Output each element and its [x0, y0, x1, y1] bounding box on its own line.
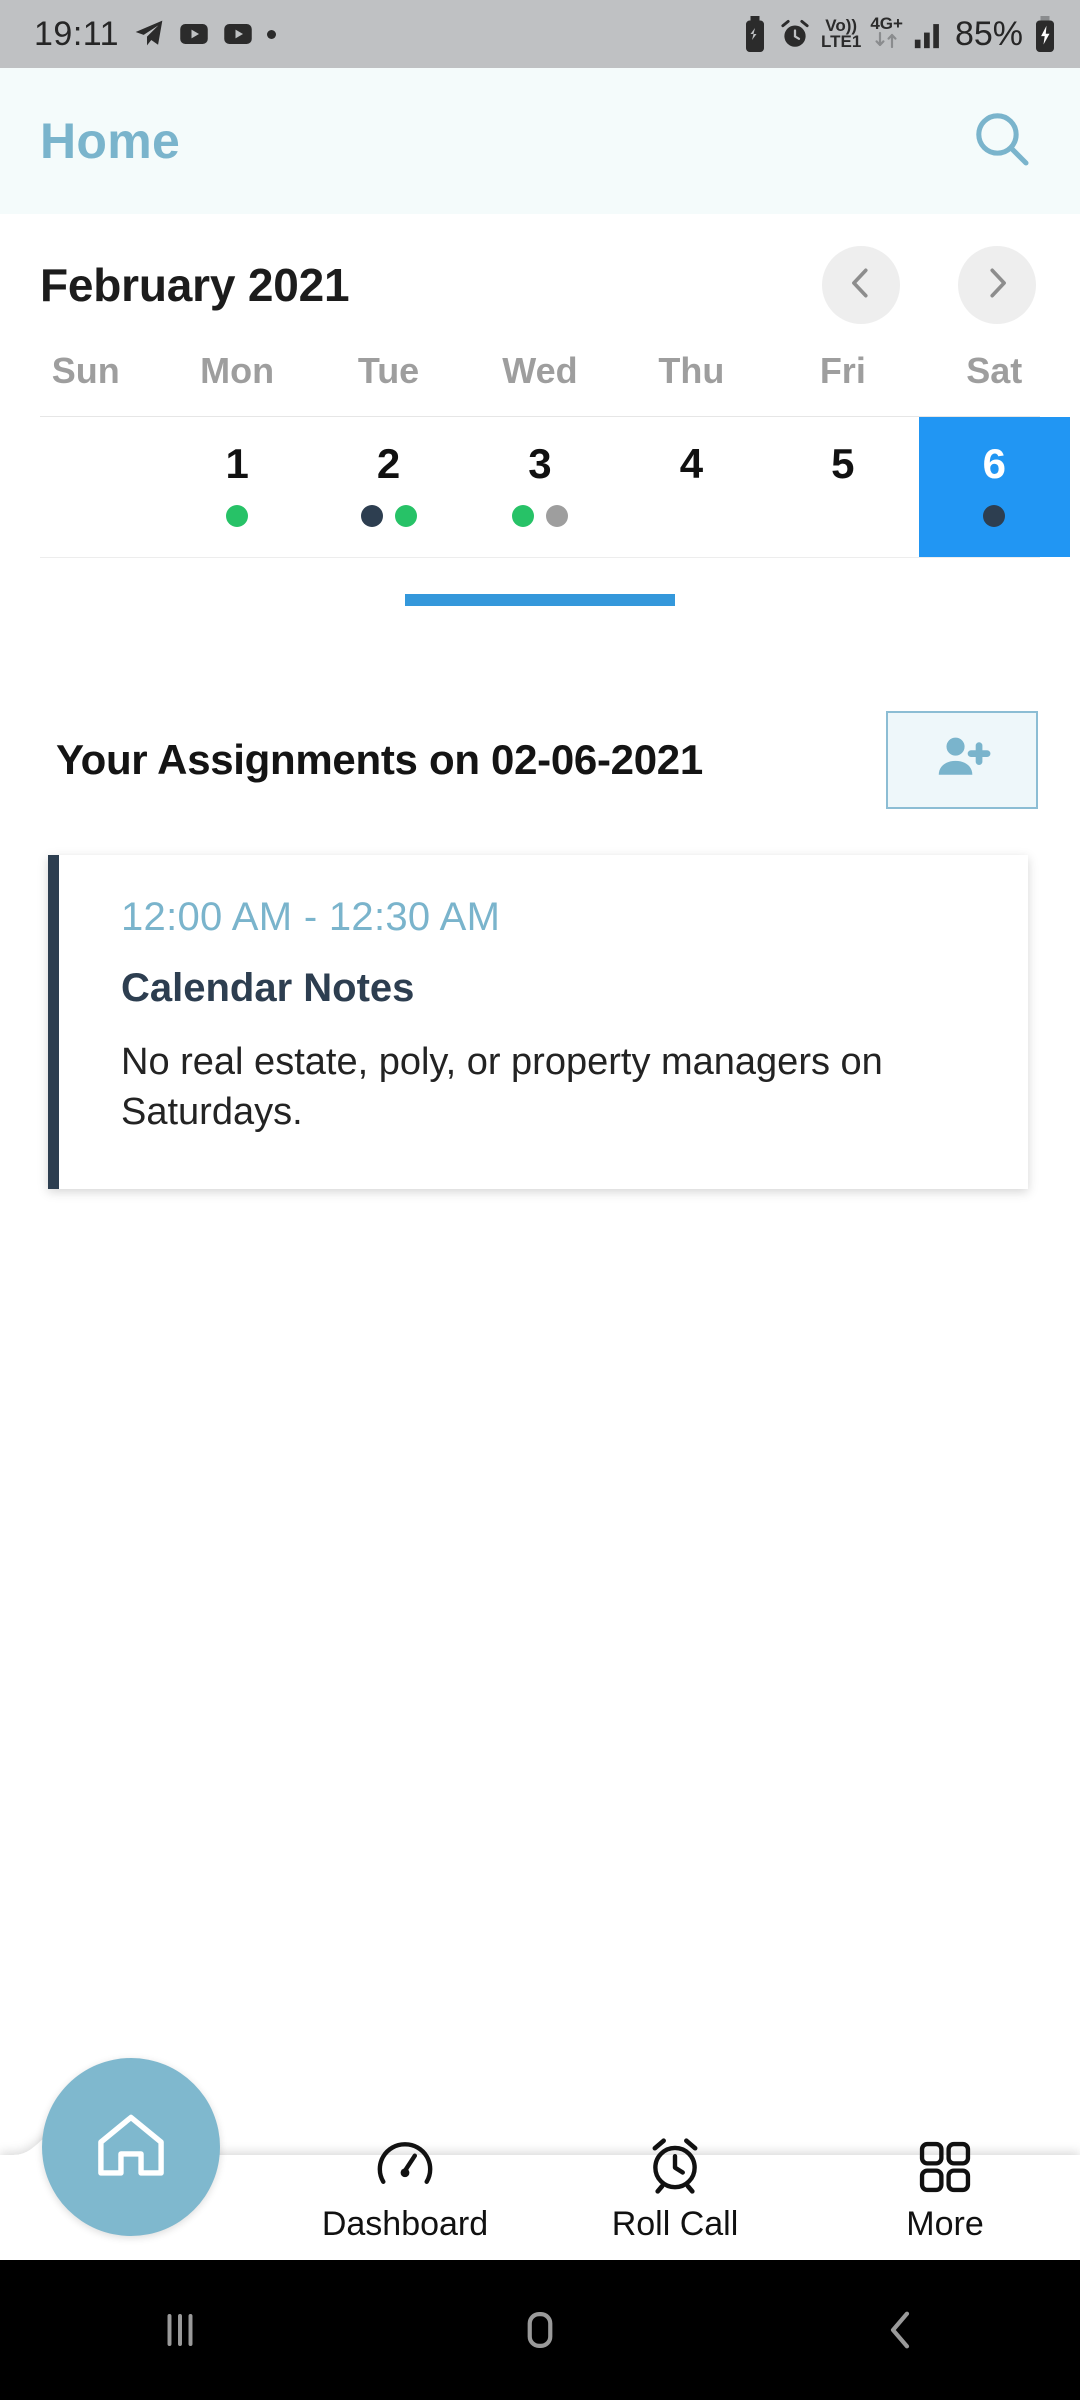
battery-percent: 85%	[954, 14, 1023, 53]
search-icon[interactable]	[970, 107, 1034, 176]
status-time: 19:11	[34, 14, 120, 53]
alarm-clock-icon	[644, 2134, 706, 2201]
calendar-day-dots	[226, 505, 249, 527]
calendar-event-dot	[394, 505, 417, 527]
calendar-day-dots	[360, 505, 417, 527]
assignment-time: 12:00 AM - 12:30 AM	[121, 895, 501, 939]
add-person-button[interactable]	[886, 711, 1038, 809]
network-type-indicator: 4G+	[870, 16, 903, 51]
battery-charging-icon	[1032, 16, 1058, 52]
assignment-card[interactable]: 12:00 AM - 12:30 AM Calendar Notes No re…	[48, 855, 1028, 1190]
recents-icon[interactable]	[100, 2260, 260, 2400]
calendar-day-dots	[983, 505, 1006, 527]
home-square-icon[interactable]	[460, 2260, 620, 2400]
calendar-event-dot	[226, 505, 249, 527]
day-name-tue: Tue	[357, 350, 420, 391]
calendar-expand-handle[interactable]	[405, 594, 675, 606]
calendar-month-label: February 2021	[40, 259, 350, 311]
prev-month-button[interactable]	[822, 246, 900, 324]
assignment-title: Calendar Notes	[121, 966, 415, 1010]
calendar-day-dots	[511, 505, 568, 527]
day-name-thu: Thu	[658, 350, 725, 391]
status-bar: 19:11 Vo)) LTE1 4G+ 85%	[0, 0, 1080, 68]
grid-squares-icon	[916, 2138, 974, 2201]
day-name-sun: Sun	[51, 350, 120, 391]
app-header: Home	[0, 68, 1080, 214]
bottom-navigation: Dashboard Roll Call More	[0, 2058, 1080, 2260]
calendar-header: February 2021	[0, 214, 1080, 350]
calendar-widget: February 2021 Sun Mon Tue Wed Thu Fri Sa…	[0, 214, 1080, 606]
youtube-music-icon	[223, 19, 253, 49]
person-add-icon	[931, 727, 993, 794]
calendar-day-3[interactable]: 3	[464, 417, 615, 557]
chevron-left-icon	[842, 264, 880, 307]
calendar-day-number: 6	[982, 440, 1006, 487]
calendar-day-number: 1	[225, 440, 249, 487]
status-bar-left: 19:11	[34, 14, 277, 54]
calendar-nav-buttons	[822, 246, 1036, 324]
calendar-day-empty	[10, 417, 161, 557]
calendar-day-names: Sun Mon Tue Wed Thu Fri Sat	[0, 350, 1080, 392]
back-chevron-icon[interactable]	[820, 2260, 980, 2400]
volte-indicator: Vo)) LTE1	[821, 16, 862, 51]
calendar-day-6[interactable]: 6	[918, 417, 1070, 557]
alarm-icon	[778, 17, 812, 51]
bottom-nav-label-roll-call: Roll Call	[611, 2205, 739, 2243]
day-name-mon: Mon	[200, 350, 275, 391]
calendar-day-1[interactable]: 1	[161, 417, 312, 557]
calendar-event-dot	[511, 505, 534, 527]
bottom-nav-item-more[interactable]: More	[810, 2138, 1080, 2260]
bottom-nav-label-more: More	[906, 2205, 984, 2243]
calendar-date-row: 1 2 3 4 5 6	[0, 417, 1080, 557]
calendar-day-5[interactable]: 5	[767, 417, 918, 557]
android-system-nav	[0, 2260, 1080, 2400]
calendar-day-number: 5	[831, 440, 855, 487]
chevron-right-icon	[978, 264, 1016, 307]
calendar-day-number: 3	[528, 440, 552, 487]
calendar-day-4[interactable]: 4	[616, 417, 767, 557]
calendar-expand-handle-wrap	[0, 558, 1080, 606]
assignments-header: Your Assignments on 02-06-2021	[0, 700, 1080, 820]
bottom-nav-item-dashboard[interactable]: Dashboard	[270, 2134, 540, 2260]
calendar-day-number: 2	[376, 440, 401, 487]
bottom-nav-item-home[interactable]	[0, 2244, 270, 2260]
battery-saver-icon	[741, 16, 769, 52]
day-name-sat: Sat	[966, 350, 1023, 391]
calendar-event-dot	[360, 505, 383, 527]
bottom-nav-item-roll-call[interactable]: Roll Call	[540, 2134, 810, 2260]
day-name-fri: Fri	[819, 350, 866, 391]
status-bar-right: Vo)) LTE1 4G+ 85%	[741, 15, 1058, 54]
youtube-icon	[179, 19, 209, 49]
speedometer-icon	[374, 2134, 436, 2201]
home-icon	[88, 2102, 174, 2193]
calendar-day-number: 4	[679, 440, 704, 487]
phone-screen: 19:11 Vo)) LTE1 4G+ 85% Home February 20…	[0, 0, 1080, 2400]
data-transfer-arrows-icon	[874, 31, 900, 52]
calendar-event-dot	[983, 505, 1006, 527]
page-title: Home	[40, 113, 181, 169]
calendar-day-2[interactable]: 2	[313, 417, 464, 557]
bottom-nav-label-dashboard: Dashboard	[321, 2205, 489, 2243]
telegram-icon	[133, 18, 165, 50]
assignment-body: No real estate, poly, or property manage…	[121, 1041, 883, 1134]
next-month-button[interactable]	[958, 246, 1036, 324]
signal-bars-icon	[912, 17, 946, 51]
assignments-heading: Your Assignments on 02-06-2021	[56, 736, 703, 783]
dot-indicator-icon	[267, 29, 277, 39]
day-name-wed: Wed	[502, 350, 578, 391]
calendar-event-dot	[545, 505, 568, 527]
bottom-nav-home-fab[interactable]	[42, 2058, 220, 2236]
